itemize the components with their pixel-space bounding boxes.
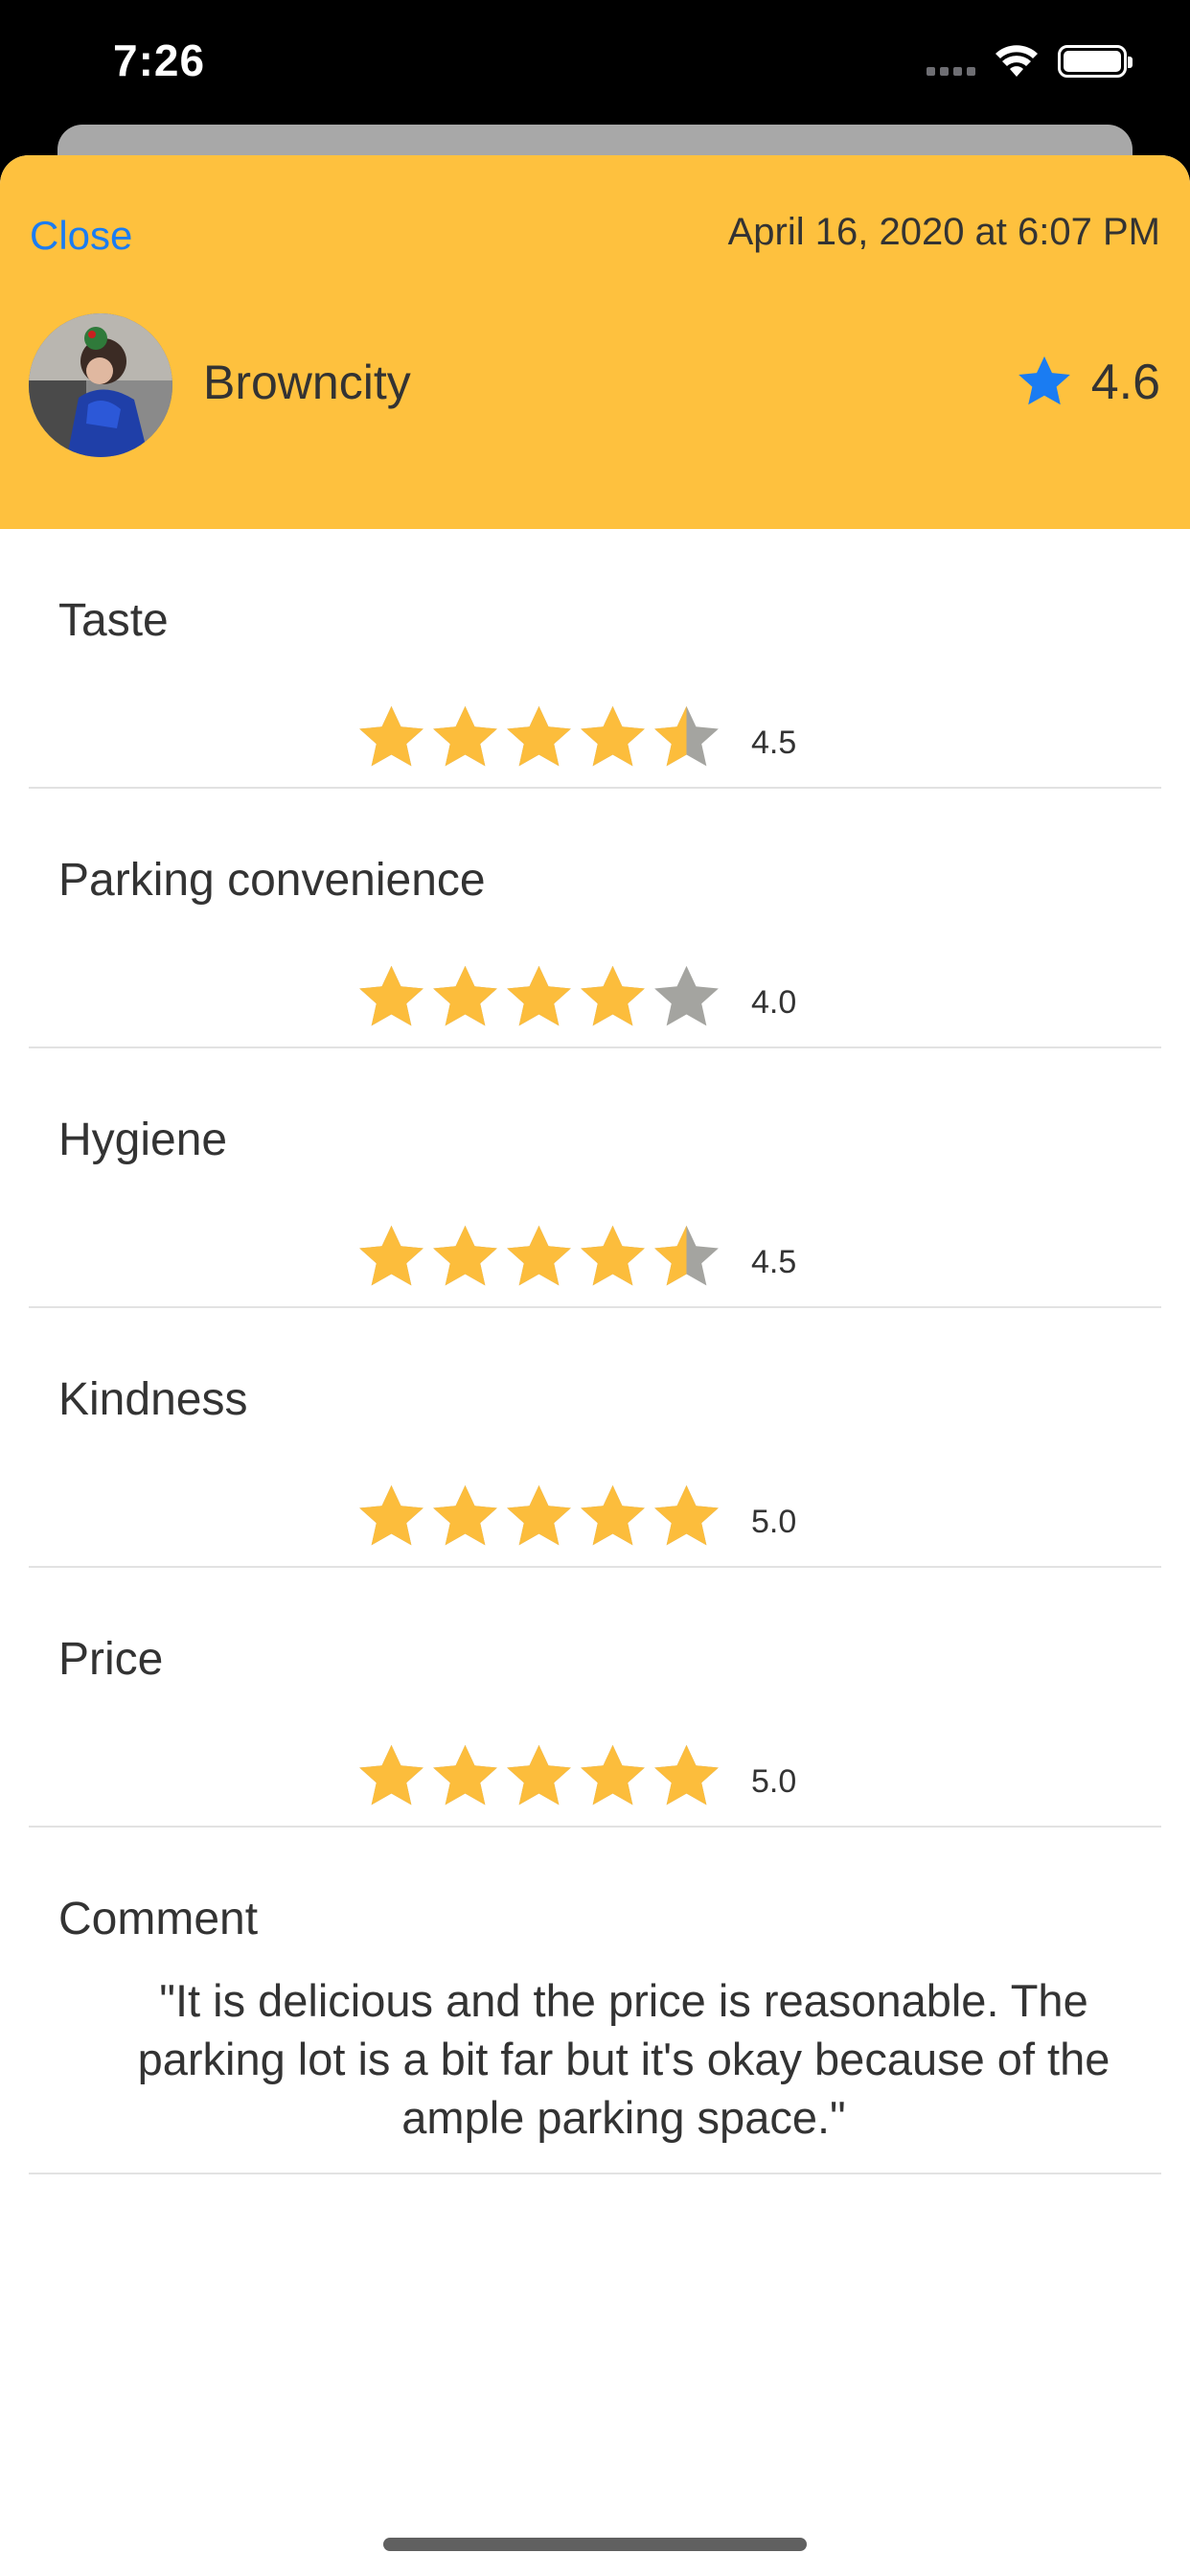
star-icon	[1018, 356, 1070, 405]
battery-icon	[1058, 45, 1133, 78]
avatar	[29, 313, 172, 457]
star-icon	[654, 705, 719, 767]
rating-label: Kindness	[58, 1374, 248, 1425]
star-icon	[359, 1744, 423, 1806]
star-icon	[359, 965, 423, 1026]
star-icon	[581, 1744, 645, 1806]
review-detail-sheet: Close April 16, 2020 at 6:07 PM Browncit…	[0, 155, 1190, 2576]
star-icon	[507, 965, 571, 1026]
star-icon	[507, 1484, 571, 1546]
comment-text: "It is delicious and the price is reason…	[137, 1975, 1110, 2143]
star-icon	[581, 965, 645, 1026]
rating-value: 5.0	[751, 1763, 797, 1800]
star-icon	[433, 965, 497, 1026]
ratings-list: Taste 4.5 Parking convenience 4.0 Hygien…	[0, 529, 1190, 2174]
star-rating	[355, 702, 723, 775]
wifi-icon	[995, 45, 1038, 77]
rating-row-kindness: Kindness 5.0	[29, 1308, 1161, 1568]
star-rating	[355, 1740, 723, 1814]
star-icon	[507, 1225, 571, 1286]
status-bar: 7:26	[0, 0, 1190, 125]
star-rating	[355, 961, 723, 1035]
rating-label: Price	[58, 1634, 164, 1685]
status-icons	[927, 42, 1133, 80]
rating-row-price: Price 5.0	[29, 1568, 1161, 1828]
rating-label: Hygiene	[58, 1115, 228, 1165]
star-icon	[654, 1744, 719, 1806]
star-icon	[433, 705, 497, 767]
star-icon	[359, 705, 423, 767]
rating-row-parking-convenience: Parking convenience 4.0	[29, 789, 1161, 1048]
cellular-signal-icon	[927, 47, 975, 76]
status-time: 7:26	[113, 35, 206, 85]
star-icon	[359, 1225, 423, 1286]
star-rating	[355, 1481, 723, 1554]
rating-row-taste: Taste 4.5	[29, 529, 1161, 789]
close-button[interactable]: Close	[30, 213, 132, 259]
star-icon	[654, 1484, 719, 1546]
rating-label: Taste	[58, 595, 169, 646]
star-icon	[507, 705, 571, 767]
rating-value: 5.0	[751, 1504, 797, 1540]
star-rating	[355, 1221, 723, 1295]
overall-rating: 4.6	[1015, 353, 1160, 412]
star-icon	[581, 705, 645, 767]
rating-value: 4.5	[751, 1244, 797, 1280]
review-header: Close April 16, 2020 at 6:07 PM Browncit…	[0, 155, 1190, 529]
star-icon	[654, 1225, 719, 1286]
star-icon	[433, 1484, 497, 1546]
rating-label: Parking convenience	[58, 855, 486, 906]
username: Browncity	[203, 356, 411, 409]
comment-label: Comment	[58, 1894, 259, 1944]
star-icon	[433, 1225, 497, 1286]
comment-row: Comment "It is delicious and the price i…	[29, 1828, 1161, 2174]
overall-rating-value: 4.6	[1090, 355, 1160, 410]
star-icon	[433, 1744, 497, 1806]
star-icon	[654, 965, 719, 1026]
rating-row-hygiene: Hygiene 4.5	[29, 1048, 1161, 1308]
home-indicator[interactable]	[383, 2538, 807, 2551]
review-date: April 16, 2020 at 6:07 PM	[727, 211, 1160, 253]
star-icon	[581, 1225, 645, 1286]
star-icon	[581, 1484, 645, 1546]
star-icon	[359, 1484, 423, 1546]
rating-value: 4.0	[751, 984, 797, 1021]
rating-value: 4.5	[751, 724, 797, 761]
star-icon	[507, 1744, 571, 1806]
